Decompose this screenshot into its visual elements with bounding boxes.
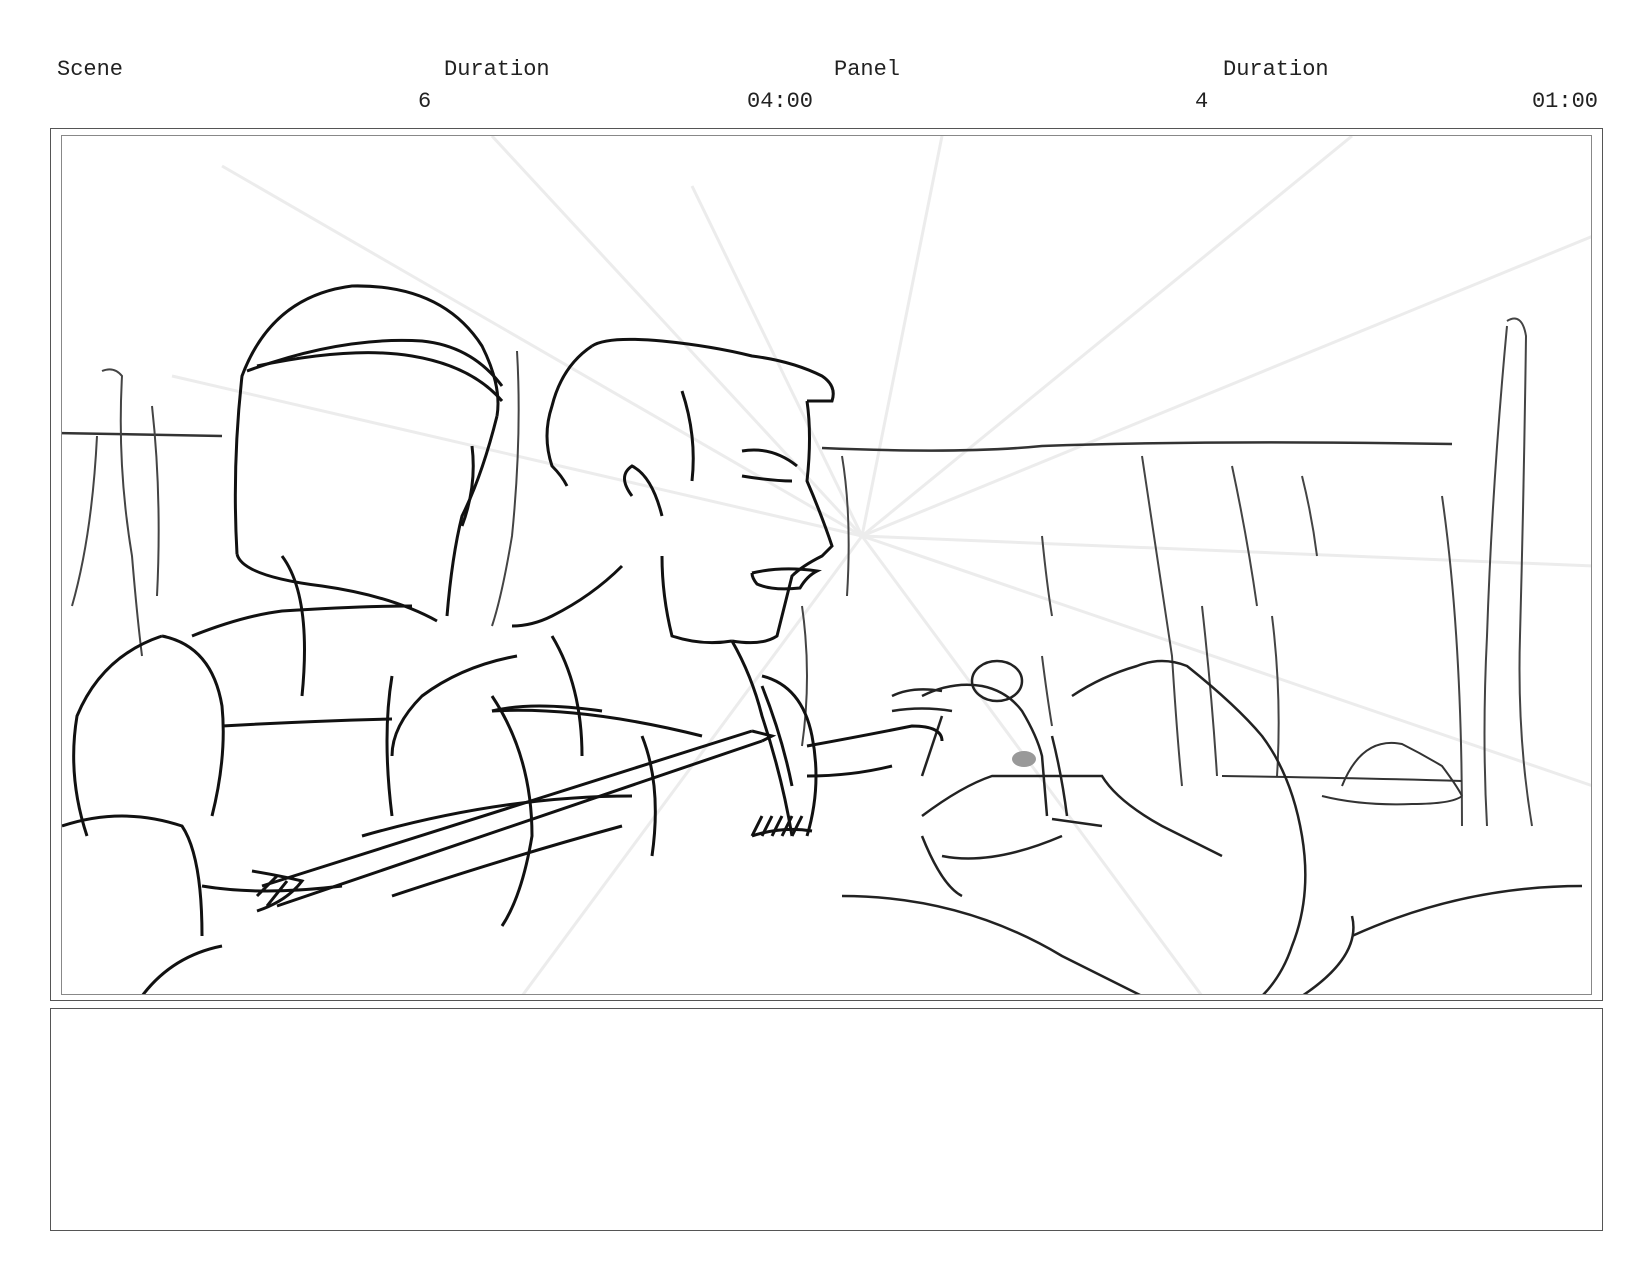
- scene-duration-label: Duration: [444, 57, 550, 82]
- panel-label: Panel: [834, 57, 901, 82]
- panel-duration-value: 01:00: [1531, 89, 1598, 114]
- panel-notes-box[interactable]: [50, 1008, 1603, 1231]
- storyboard-panel-image: [61, 135, 1592, 995]
- panel-number: 4: [1195, 89, 1209, 114]
- scene-number: 6: [418, 89, 432, 114]
- scene-label: Scene: [57, 57, 124, 82]
- scene-duration-value: 04:00: [747, 89, 814, 114]
- panel-duration-label: Duration: [1223, 57, 1329, 82]
- storyboard-sketch: [62, 136, 1591, 994]
